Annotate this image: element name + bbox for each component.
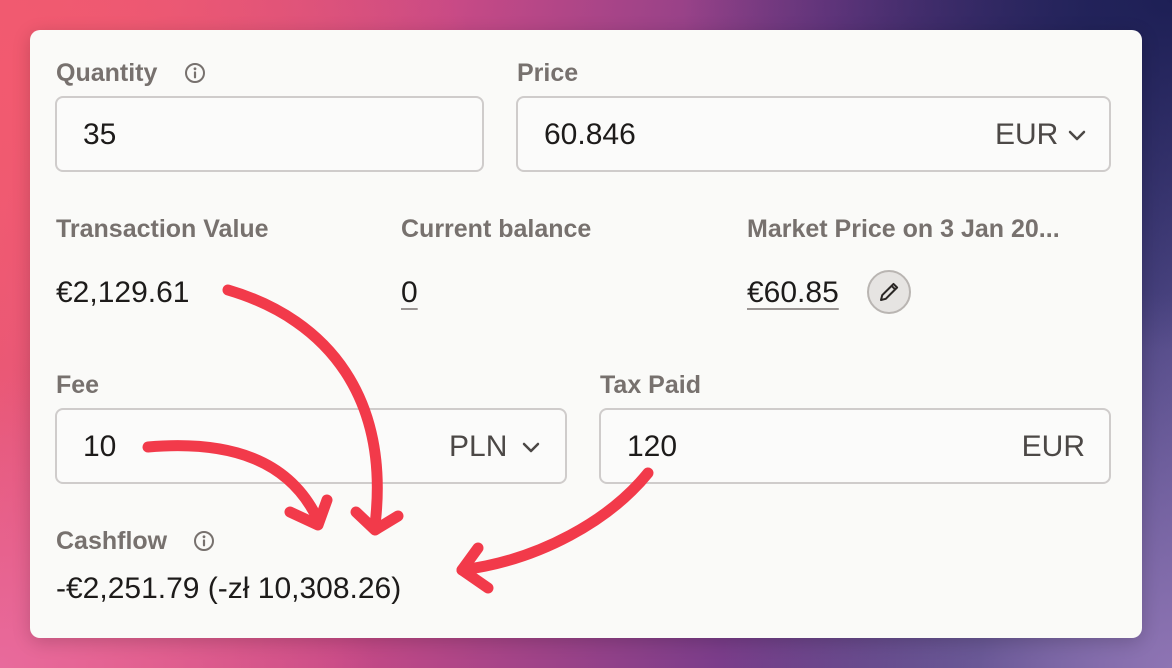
price-input[interactable]: 60.846 EUR [516,96,1111,172]
chevron-down-icon [1068,130,1086,141]
price-currency: EUR [995,118,1059,151]
edit-market-price-button[interactable] [867,270,911,314]
price-label: Price [517,59,579,87]
market-price-value[interactable]: €60.85 [747,275,839,311]
info-icon[interactable] [184,62,206,84]
info-icon[interactable] [193,530,215,552]
fee-currency-select[interactable]: PLN [425,410,565,482]
fee-label: Fee [56,371,100,399]
price-currency-select[interactable]: EUR [969,98,1109,170]
tax-paid-label: Tax Paid [600,371,701,399]
tax-paid-currency: EUR [1021,430,1085,463]
quantity-label: Quantity [56,59,158,87]
current-balance-value[interactable]: 0 [401,275,418,311]
quantity-value: 35 [83,118,117,151]
quantity-input[interactable]: 35 [55,96,484,172]
fee-currency: PLN [449,430,508,463]
fee-input[interactable]: 10 PLN [55,408,567,484]
chevron-down-icon [522,442,540,453]
tax-paid-input[interactable]: 120 EUR [599,408,1111,484]
price-value: 60.846 [544,118,636,151]
fee-value: 10 [83,430,117,463]
transaction-value-label: Transaction Value [56,215,269,243]
pencil-icon [880,282,899,301]
current-balance-label: Current balance [401,215,592,243]
tax-paid-value: 120 [627,430,678,463]
cashflow-label: Cashflow [56,527,168,555]
transaction-form-card: Quantity 35 Price 60.846 EUR Transaction… [30,30,1142,638]
market-price-label: Market Price on 3 Jan 20... [747,215,1060,243]
transaction-value: €2,129.61 [56,276,190,309]
cashflow-value: -€2,251.79 (-zł 10,308.26) [56,572,402,605]
